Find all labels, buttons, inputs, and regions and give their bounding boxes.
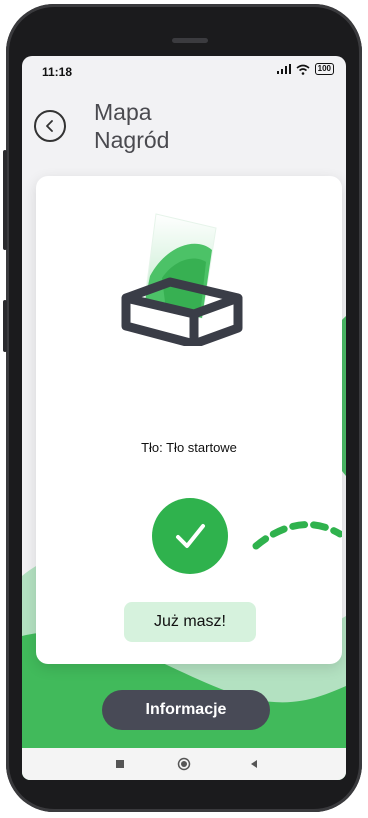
chevron-left-circle-icon [46,120,53,132]
status-icons: 100 [276,63,334,75]
page-title-line1: Mapa [94,99,152,125]
circle-icon [177,757,191,771]
status-bar: 11:18 100 [22,56,346,86]
system-back-button[interactable] [246,756,262,772]
volume-button [3,150,7,250]
power-button [3,300,7,352]
path-dashes [252,521,342,550]
square-icon [116,760,124,768]
owned-status-badge: Już masz! [124,602,256,642]
owned-check-badge [152,498,228,574]
reward-card: Tło: Tło startowe Już masz! [36,176,342,664]
check-icon [176,524,205,548]
triangle-left-icon [251,760,257,768]
back-button[interactable] [34,110,66,142]
app-screen: 11:18 100 Mapa Nagród Tło: Tło startowe … [22,56,346,780]
status-time: 11:18 [42,65,73,79]
recent-apps-button[interactable] [112,756,128,772]
system-navigation-bar [22,748,346,780]
page-title: Mapa Nagród [94,98,169,154]
signal-icon [276,64,291,74]
box-background-illustration [121,213,243,346]
background-name-label: Tło: Tło startowe [141,440,237,455]
page-title-line2: Nagród [94,127,170,153]
wifi-icon [296,64,310,75]
battery-icon: 100 [314,63,334,75]
home-button[interactable] [176,756,192,772]
information-button[interactable]: Informacje [102,690,270,730]
earpiece-speaker [172,38,208,43]
